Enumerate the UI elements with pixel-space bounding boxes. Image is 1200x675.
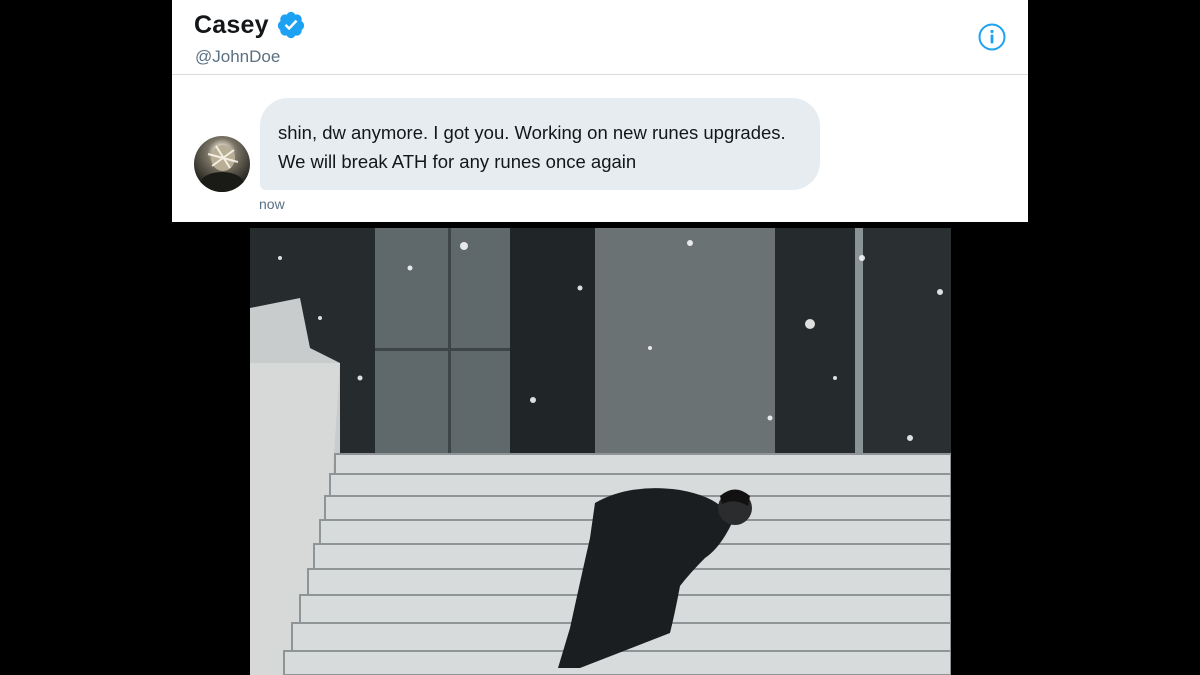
tweet-card: Casey @JohnDoe shin, dw anymore. I got y… bbox=[172, 0, 1028, 222]
message-timestamp: now bbox=[259, 196, 285, 212]
author-display-name[interactable]: Casey bbox=[194, 11, 269, 40]
verified-badge-icon bbox=[276, 10, 306, 40]
author-handle[interactable]: @JohnDoe bbox=[195, 47, 280, 67]
tweet-header: Casey @JohnDoe bbox=[172, 0, 1028, 75]
author-row[interactable]: Casey bbox=[194, 10, 306, 40]
video-frame[interactable] bbox=[250, 228, 951, 675]
info-icon[interactable] bbox=[977, 22, 1007, 52]
message-bubble: shin, dw anymore. I got you. Working on … bbox=[260, 98, 820, 190]
avatar[interactable] bbox=[194, 136, 250, 192]
